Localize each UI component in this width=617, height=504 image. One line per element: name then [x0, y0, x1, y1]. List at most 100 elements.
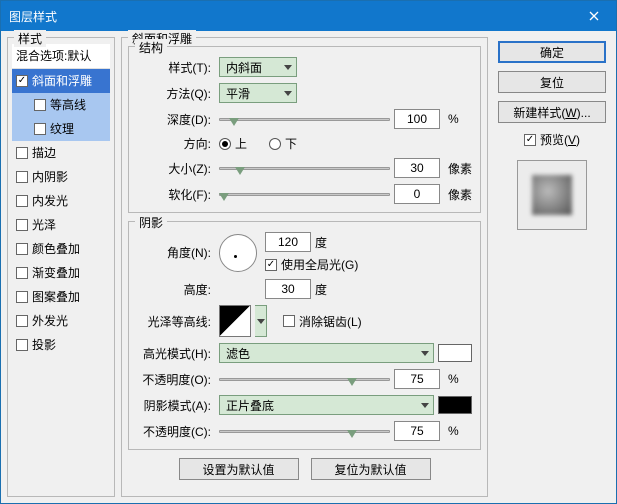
- down-label: 下: [285, 135, 297, 152]
- style-combo[interactable]: 内斜面: [219, 57, 297, 77]
- angle-control[interactable]: [219, 234, 257, 272]
- style-checkbox[interactable]: [16, 291, 28, 303]
- ok-button[interactable]: 确定: [498, 41, 606, 63]
- size-label: 大小(Z):: [137, 160, 215, 177]
- style-list-item[interactable]: 颜色叠加: [12, 237, 110, 261]
- highlight-opacity-unit: %: [444, 372, 472, 386]
- structure-title: 结构: [135, 39, 167, 56]
- size-slider[interactable]: [219, 159, 390, 177]
- direction-up-radio[interactable]: [219, 138, 231, 150]
- highlight-mode-label: 高光模式(H):: [137, 345, 215, 362]
- direction-label: 方向:: [137, 135, 215, 152]
- depth-label: 深度(D):: [137, 111, 215, 128]
- style-checkbox[interactable]: [16, 267, 28, 279]
- depth-input[interactable]: [394, 109, 440, 129]
- style-checkbox[interactable]: [16, 171, 28, 183]
- style-checkbox[interactable]: [34, 99, 46, 111]
- highlight-opacity-label: 不透明度(O):: [137, 371, 215, 388]
- close-button[interactable]: [571, 1, 616, 31]
- antialias-label: 消除锯齿(L): [299, 313, 362, 330]
- style-list-item[interactable]: 纹理: [12, 117, 110, 141]
- close-icon: [589, 11, 599, 21]
- technique-combo[interactable]: 平滑: [219, 83, 297, 103]
- styles-group-title: 样式: [14, 30, 46, 47]
- style-item-label: 光泽: [32, 216, 56, 233]
- chevron-down-icon: [421, 351, 429, 356]
- soften-slider[interactable]: [219, 185, 390, 203]
- style-list-item[interactable]: 外发光: [12, 309, 110, 333]
- style-list-item[interactable]: 光泽: [12, 213, 110, 237]
- altitude-unit: 度: [315, 281, 327, 298]
- preview-checkbox[interactable]: [524, 134, 536, 146]
- style-item-label: 图案叠加: [32, 288, 80, 305]
- bevel-emboss-panel: 斜面和浮雕 结构 样式(T): 内斜面 方法(Q): 平滑: [121, 37, 488, 497]
- soften-label: 软化(F):: [137, 186, 215, 203]
- style-item-label: 斜面和浮雕: [32, 72, 92, 89]
- reset-default-button[interactable]: 复位为默认值: [311, 458, 431, 480]
- cancel-button[interactable]: 复位: [498, 71, 606, 93]
- style-list-item[interactable]: 描边: [12, 141, 110, 165]
- altitude-input[interactable]: [265, 279, 311, 299]
- style-checkbox[interactable]: [16, 147, 28, 159]
- set-default-button[interactable]: 设置为默认值: [179, 458, 299, 480]
- shadow-opacity-slider[interactable]: [219, 422, 390, 440]
- style-item-label: 外发光: [32, 312, 68, 329]
- highlight-opacity-slider[interactable]: [219, 370, 390, 388]
- antialias-checkbox[interactable]: [283, 315, 295, 327]
- highlight-color-swatch[interactable]: [438, 344, 472, 362]
- style-list-item[interactable]: 等高线: [12, 93, 110, 117]
- altitude-label: 高度:: [137, 281, 215, 298]
- size-input[interactable]: [394, 158, 440, 178]
- style-checkbox[interactable]: [16, 219, 28, 231]
- gloss-contour-dropdown[interactable]: [255, 305, 267, 337]
- style-checkbox[interactable]: [16, 75, 28, 87]
- up-label: 上: [235, 135, 247, 152]
- style-list-item[interactable]: 内发光: [12, 189, 110, 213]
- angle-label: 角度(N):: [137, 244, 215, 261]
- preview-box: [517, 160, 587, 230]
- style-list-item[interactable]: 斜面和浮雕: [12, 69, 110, 93]
- style-checkbox[interactable]: [16, 315, 28, 327]
- gloss-contour-swatch[interactable]: [219, 305, 251, 337]
- highlight-mode-combo[interactable]: 滤色: [219, 343, 434, 363]
- shadow-opacity-unit: %: [444, 424, 472, 438]
- style-list: 混合选项:默认斜面和浮雕等高线纹理描边内阴影内发光光泽颜色叠加渐变叠加图案叠加外…: [12, 44, 110, 357]
- style-item-label: 投影: [32, 336, 56, 353]
- titlebar: 图层样式: [1, 1, 616, 31]
- style-list-item[interactable]: 渐变叠加: [12, 261, 110, 285]
- chevron-down-icon: [284, 91, 292, 96]
- direction-down-radio[interactable]: [269, 138, 281, 150]
- structure-group: 结构 样式(T): 内斜面 方法(Q): 平滑: [128, 46, 481, 213]
- shadow-opacity-input[interactable]: [394, 421, 440, 441]
- shadow-opacity-label: 不透明度(C):: [137, 423, 215, 440]
- style-list-item[interactable]: 投影: [12, 333, 110, 357]
- style-item-label: 描边: [32, 144, 56, 161]
- shadow-color-swatch[interactable]: [438, 396, 472, 414]
- new-style-button[interactable]: 新建样式(W)...: [498, 101, 606, 123]
- style-list-item[interactable]: 内阴影: [12, 165, 110, 189]
- style-checkbox[interactable]: [16, 339, 28, 351]
- angle-input[interactable]: [265, 232, 311, 252]
- blend-options-row[interactable]: 混合选项:默认: [12, 44, 110, 69]
- preview-thumbnail: [532, 175, 572, 215]
- depth-slider[interactable]: [219, 110, 390, 128]
- size-unit: 像素: [444, 160, 472, 177]
- global-light-checkbox[interactable]: [265, 259, 277, 271]
- chevron-down-icon: [421, 403, 429, 408]
- soften-input[interactable]: [394, 184, 440, 204]
- style-item-label: 渐变叠加: [32, 264, 80, 281]
- shadow-mode-combo[interactable]: 正片叠底: [219, 395, 434, 415]
- highlight-opacity-input[interactable]: [394, 369, 440, 389]
- depth-unit: %: [444, 112, 472, 126]
- angle-unit: 度: [315, 234, 327, 251]
- style-item-label: 内阴影: [32, 168, 68, 185]
- style-item-label: 等高线: [50, 96, 86, 113]
- preview-label: 预览(V): [540, 131, 580, 148]
- style-checkbox[interactable]: [16, 195, 28, 207]
- style-checkbox[interactable]: [34, 123, 46, 135]
- chevron-down-icon: [257, 319, 265, 324]
- style-checkbox[interactable]: [16, 243, 28, 255]
- gloss-contour-label: 光泽等高线:: [137, 313, 215, 330]
- style-list-item[interactable]: 图案叠加: [12, 285, 110, 309]
- layer-style-dialog: 图层样式 样式 混合选项:默认斜面和浮雕等高线纹理描边内阴影内发光光泽颜色叠加渐…: [0, 0, 617, 504]
